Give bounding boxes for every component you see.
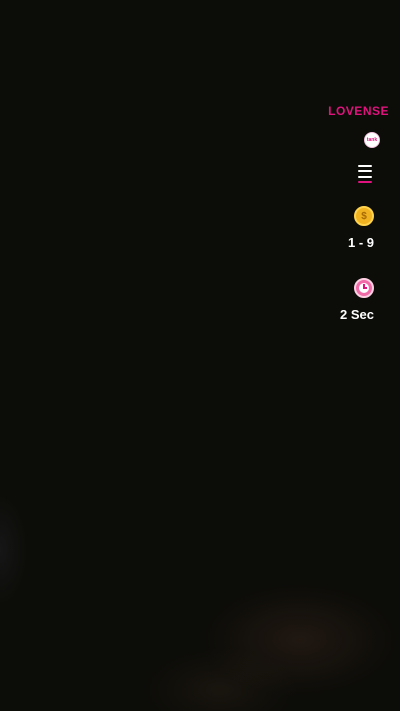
hamburger-menu-icon[interactable] bbox=[358, 165, 372, 183]
lovense-logo: LOVENSE bbox=[328, 104, 389, 118]
lovense-overlay-panel: LOVENSE tank $ 1 - 9 2 Sec bbox=[310, 98, 390, 323]
menu-bar bbox=[358, 175, 372, 178]
menu-bar bbox=[358, 170, 372, 173]
video-stage: LOVENSE tank $ 1 - 9 2 Sec bbox=[0, 0, 400, 711]
tip-range-value: 1 - 9 bbox=[347, 235, 374, 250]
clock-face bbox=[359, 283, 369, 293]
clock-icon bbox=[354, 278, 374, 298]
menu-bar bbox=[358, 165, 372, 167]
status-badge-icon[interactable]: tank bbox=[364, 132, 380, 148]
menu-bar-accent bbox=[358, 180, 372, 183]
duration-value: 2 Sec bbox=[340, 307, 374, 322]
coin-icon: $ bbox=[354, 206, 374, 226]
